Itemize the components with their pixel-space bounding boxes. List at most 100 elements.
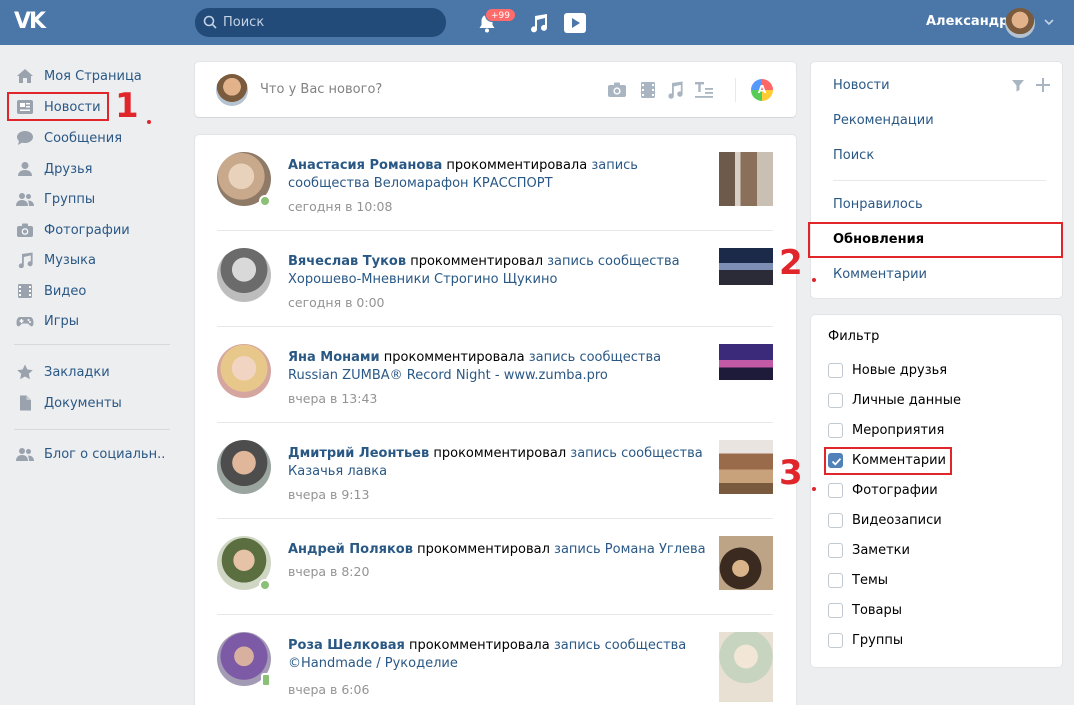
post-time[interactable]: вчера в 8:20: [288, 564, 369, 579]
author-link[interactable]: Анастасия Романова: [288, 158, 442, 173]
feed-item-text: Дмитрий Леонтьев прокомментировал запись…: [288, 445, 708, 481]
user-name[interactable]: Александр: [926, 14, 1009, 29]
nav-item-documents[interactable]: Документы: [14, 389, 174, 417]
menu-item-liked[interactable]: Понравилось: [833, 197, 923, 212]
filter-icon[interactable]: [1011, 78, 1025, 92]
nav-label: Фотографии: [44, 223, 130, 238]
plus-icon[interactable]: [1036, 78, 1050, 92]
camera-icon[interactable]: [607, 81, 627, 99]
checkbox-label[interactable]: Видеозаписи: [852, 513, 942, 528]
top-header: VK +99 Александр: [0, 0, 1074, 45]
author-link[interactable]: Роза Шелковая: [288, 638, 405, 653]
nav-label: Видео: [44, 284, 87, 299]
filter-option-topics[interactable]: Темы: [828, 570, 1028, 592]
user-avatar[interactable]: [1005, 8, 1035, 38]
filter-option-notes[interactable]: Заметки: [828, 540, 1028, 562]
checkbox[interactable]: [828, 393, 843, 408]
checkbox-label[interactable]: Группы: [852, 633, 903, 648]
mobile-online-indicator: [261, 673, 271, 687]
search-box[interactable]: [195, 8, 446, 37]
nav-item-friends[interactable]: Друзья: [14, 155, 174, 183]
nav-item-games[interactable]: Игры: [14, 307, 174, 335]
author-avatar[interactable]: [217, 440, 271, 494]
post-link[interactable]: запись Романа Углева: [554, 542, 706, 557]
menu-item-comments[interactable]: Комментарии: [833, 267, 927, 282]
document-icon: [20, 395, 31, 411]
filter-option-new-friends[interactable]: Новые друзья: [828, 360, 1028, 382]
filter-option-photos[interactable]: Фотографии: [828, 480, 1028, 502]
post-time[interactable]: сегодня в 0:00: [288, 295, 385, 310]
feed-item: Вячеслав Туков прокомментировал запись с…: [195, 231, 796, 327]
checkbox-label[interactable]: Темы: [852, 573, 888, 588]
author-link[interactable]: Дмитрий Леонтьев: [288, 446, 429, 461]
feed-item: Андрей Поляков прокомментировал запись Р…: [195, 519, 796, 615]
checkbox[interactable]: [828, 633, 843, 648]
nav-item-photos[interactable]: Фотографии: [14, 216, 174, 244]
filter-option-groups[interactable]: Группы: [828, 630, 1028, 652]
film-icon[interactable]: [638, 81, 658, 99]
checkbox[interactable]: [828, 513, 843, 528]
checkbox-label[interactable]: Товары: [852, 603, 902, 618]
author-link[interactable]: Яна Монами: [288, 350, 380, 365]
checkbox-label[interactable]: Новые друзья: [852, 363, 947, 378]
post-thumbnail[interactable]: [719, 152, 773, 206]
post-time[interactable]: вчера в 13:43: [288, 391, 377, 406]
post-time[interactable]: вчера в 6:06: [288, 682, 369, 697]
feed-item: Яна Монами прокомментировала запись сооб…: [195, 327, 796, 423]
post-thumbnail[interactable]: [719, 440, 773, 494]
article-icon[interactable]: [694, 81, 714, 99]
groups-icon: [16, 193, 34, 206]
post-composer[interactable]: Что у Вас нового? A: [195, 62, 796, 117]
vk-logo[interactable]: VK: [14, 10, 52, 34]
author-avatar[interactable]: [217, 344, 271, 398]
author-avatar[interactable]: [217, 248, 271, 302]
chevron-down-icon[interactable]: [1044, 18, 1054, 26]
annotation-dot: [812, 278, 816, 282]
author-link[interactable]: Вячеслав Туков: [288, 254, 406, 269]
avatar-app-icon[interactable]: A: [751, 79, 773, 101]
checkbox[interactable]: [828, 363, 843, 378]
post-thumbnail[interactable]: [719, 536, 773, 590]
nav-item-bookmarks[interactable]: Закладки: [14, 358, 174, 386]
checkbox-label[interactable]: Заметки: [852, 543, 910, 558]
checkbox-label[interactable]: Мероприятия: [852, 423, 944, 438]
checkbox[interactable]: [828, 603, 843, 618]
filter-option-events[interactable]: Мероприятия: [828, 420, 1028, 442]
menu-item-recommendations[interactable]: Рекомендации: [833, 113, 934, 128]
nav-item-music[interactable]: Музыка: [14, 246, 174, 274]
music-icon[interactable]: [527, 12, 549, 34]
author-link[interactable]: Андрей Поляков: [288, 542, 413, 557]
menu-item-search[interactable]: Поиск: [833, 148, 874, 163]
play-icon[interactable]: [563, 12, 587, 34]
filter-option-videos[interactable]: Видеозаписи: [828, 510, 1028, 532]
filter-option-personal-data[interactable]: Личные данные: [828, 390, 1028, 412]
updates-feed: Анастасия Романова прокомментировала зап…: [195, 135, 796, 705]
nav-label: Игры: [44, 314, 80, 329]
nav-item-my-page[interactable]: Моя Страница: [14, 62, 174, 90]
checkbox[interactable]: [828, 423, 843, 438]
search-input[interactable]: [223, 12, 433, 33]
nav-item-blog-group[interactable]: Блог о социальн..: [14, 440, 174, 468]
post-thumbnail[interactable]: [719, 344, 773, 380]
nav-item-messages[interactable]: Сообщения: [14, 124, 174, 152]
menu-item-news[interactable]: Новости: [833, 78, 890, 93]
action-text: прокомментировал: [406, 254, 548, 269]
post-time[interactable]: вчера в 9:13: [288, 487, 369, 502]
filter-option-goods[interactable]: Товары: [828, 600, 1028, 622]
post-time[interactable]: сегодня в 10:08: [288, 199, 392, 214]
checkbox-label[interactable]: Личные данные: [852, 393, 961, 408]
filter-title: Фильтр: [828, 329, 880, 344]
composer-placeholder[interactable]: Что у Вас нового?: [260, 82, 382, 97]
music-icon[interactable]: [665, 81, 685, 99]
nav-item-groups[interactable]: Группы: [14, 185, 174, 213]
checkbox[interactable]: [828, 573, 843, 588]
checkbox[interactable]: [828, 543, 843, 558]
checkbox-label[interactable]: Фотографии: [852, 483, 938, 498]
checkbox[interactable]: [828, 483, 843, 498]
film-icon: [18, 284, 32, 298]
music-icon: [18, 252, 33, 268]
post-thumbnail[interactable]: [719, 632, 773, 702]
post-thumbnail[interactable]: [719, 248, 773, 285]
annotation-box-comments: [824, 447, 952, 475]
nav-item-video[interactable]: Видео: [14, 277, 174, 305]
